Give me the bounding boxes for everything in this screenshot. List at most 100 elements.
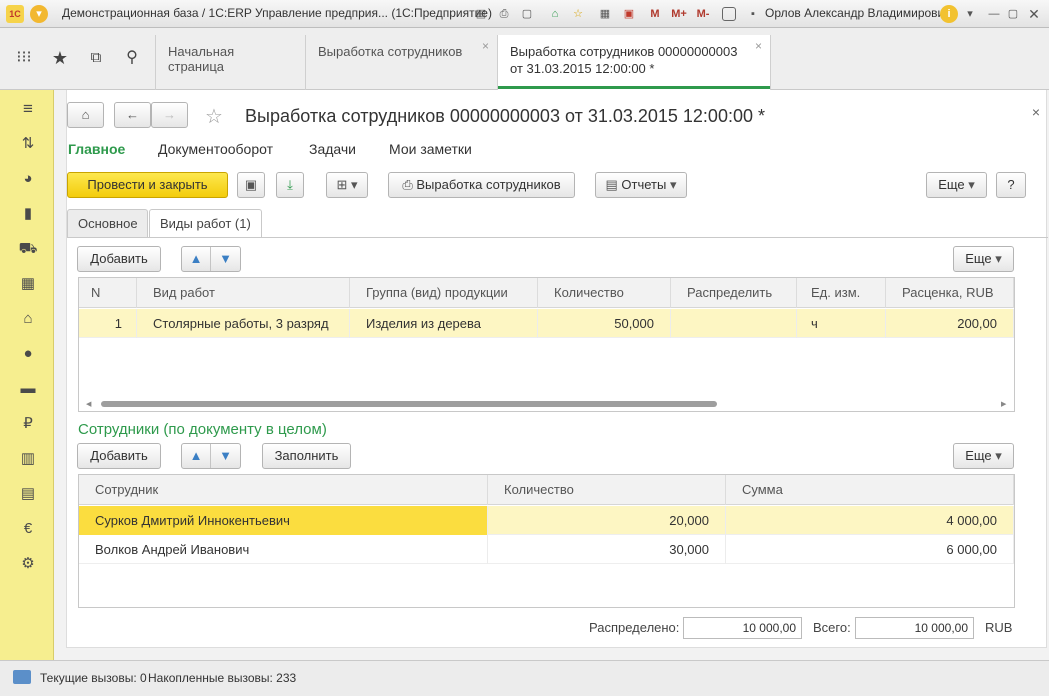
column-header[interactable]: Сотрудник — [79, 475, 488, 505]
create-based-on-button[interactable]: ⊞ ▾ — [326, 172, 368, 198]
help-button[interactable]: ? — [996, 172, 1026, 198]
distribute-cell[interactable] — [671, 309, 797, 338]
fill-button[interactable]: Заполнить — [262, 443, 351, 469]
scroll-left-icon[interactable]: ◀ — [86, 400, 91, 408]
calls-monitor-icon[interactable] — [13, 670, 31, 684]
save-icon[interactable]: ▤ — [472, 5, 490, 23]
tab-home-page[interactable]: Начальная страница — [155, 35, 305, 90]
employee-name-cell[interactable]: Волков Андрей Иванович — [79, 535, 488, 564]
menu-icon[interactable]: ≡ — [18, 99, 38, 119]
reports-button[interactable]: ▤ Отчеты ▾ — [595, 172, 687, 198]
column-header[interactable]: Количество — [488, 475, 726, 505]
save-button[interactable]: ▣ — [237, 172, 265, 198]
rate-cell[interactable]: 200,00 — [886, 309, 1014, 338]
close-window-icon[interactable]: ✕ — [1025, 5, 1043, 23]
home-button[interactable]: ⌂ — [67, 102, 104, 128]
favorite-icon[interactable]: ☆ — [569, 5, 587, 23]
column-header[interactable]: Распределить — [671, 278, 797, 308]
home-icon[interactable]: ⌂ — [546, 5, 564, 23]
column-header[interactable]: Сумма — [726, 475, 1014, 505]
close-tab-icon[interactable]: × — [755, 39, 762, 53]
work-types-table[interactable]: N Вид работ Группа (вид) продукции Колич… — [78, 277, 1015, 412]
chevron-down-icon[interactable]: ▾ — [961, 5, 979, 23]
cart-icon[interactable]: ⛟ — [18, 239, 38, 259]
column-header[interactable]: Ед. изм. — [797, 278, 886, 308]
info-icon[interactable]: i — [940, 5, 958, 23]
euro-icon[interactable]: € — [18, 519, 38, 539]
table-row[interactable]: Волков Андрей Иванович 30,000 6 000,00 — [79, 535, 1014, 564]
post-and-close-button[interactable]: Провести и закрыть — [67, 172, 228, 198]
current-user[interactable]: Орлов Александр Владимирович — [765, 6, 951, 20]
close-tab-icon[interactable]: × — [482, 39, 489, 53]
search-icon[interactable]: ⚲ — [114, 28, 150, 88]
column-header[interactable]: Расценка, RUB — [886, 278, 1014, 308]
calendar-icon[interactable]: ▣ — [620, 5, 638, 23]
post-button[interactable]: ⤓ — [276, 172, 304, 198]
distributed-field[interactable]: 10 000,00 — [683, 617, 802, 639]
nav-main[interactable]: Главное — [68, 141, 125, 157]
quantity-cell[interactable]: 50,000 — [538, 309, 671, 338]
close-form-icon[interactable]: × — [1032, 104, 1040, 120]
move-up-icon[interactable]: ▲ — [182, 444, 211, 468]
preview-icon[interactable]: ▢ — [518, 5, 536, 23]
bar-chart-icon[interactable]: ▥ — [18, 449, 38, 469]
apps-grid-icon[interactable]: ⁝⁝⁝ — [6, 28, 42, 88]
table-row[interactable]: Сурков Дмитрий Иннокентьевич 20,000 4 00… — [79, 506, 1014, 535]
nav-my-notes[interactable]: Мои заметки — [389, 141, 472, 157]
print-icon[interactable]: ⎙ — [495, 5, 513, 23]
favorite-star-icon[interactable]: ☆ — [205, 104, 223, 129]
tab-work-types[interactable]: Виды работ (1) — [149, 209, 262, 238]
scroll-right-icon[interactable]: ▶ — [1001, 400, 1006, 408]
panels-icon[interactable] — [722, 7, 736, 21]
tab-main[interactable]: Основное — [67, 209, 148, 237]
sum-cell[interactable]: 6 000,00 — [726, 535, 1014, 564]
maximize-icon[interactable]: ▢ — [1004, 5, 1022, 23]
memory-m-plus-icon[interactable]: M+ — [669, 5, 689, 23]
column-header[interactable]: N — [79, 278, 137, 308]
favorites-star-icon[interactable]: ★ — [42, 28, 78, 88]
add-work-button[interactable]: Добавить — [77, 246, 161, 272]
person-icon[interactable]: ● — [18, 344, 38, 364]
quantity-cell[interactable]: 30,000 — [488, 535, 726, 564]
employees-table[interactable]: Сотрудник Количество Сумма Сурков Дмитри… — [78, 474, 1015, 608]
work-type-cell[interactable]: Столярные работы, 3 разряд — [137, 309, 350, 338]
more-actions-button[interactable]: Еще ▾ — [926, 172, 987, 198]
nav-document-flow[interactable]: Документооборот — [158, 141, 273, 157]
memory-m-minus-icon[interactable]: M- — [693, 5, 713, 23]
product-group-cell[interactable]: Изделия из дерева — [350, 309, 538, 338]
move-down-icon[interactable]: ▼ — [211, 444, 240, 468]
move-down-icon[interactable]: ▼ — [211, 247, 240, 271]
column-header[interactable]: Вид работ — [137, 278, 350, 308]
main-menu-icon[interactable]: ▾ — [30, 5, 48, 23]
factory-icon[interactable]: ⌂ — [18, 309, 38, 329]
print-button[interactable]: ⎙ Выработка сотрудников — [388, 172, 575, 198]
tab-employee-output-list[interactable]: Выработка сотрудников × — [305, 35, 497, 90]
warehouse-icon[interactable]: ▦ — [18, 274, 38, 294]
calculator-icon[interactable]: ▦ — [596, 5, 614, 23]
nav-tasks[interactable]: Задачи — [309, 141, 356, 157]
calculator-icon[interactable]: ▤ — [18, 484, 38, 504]
total-field[interactable]: 10 000,00 — [855, 617, 974, 639]
tab-employee-output-document[interactable]: Выработка сотрудников 00000000003 от 31.… — [497, 35, 771, 91]
sum-cell[interactable]: 4 000,00 — [726, 506, 1014, 535]
scrollbar-thumb[interactable] — [101, 401, 717, 407]
add-employee-button[interactable]: Добавить — [77, 443, 161, 469]
settings-gear-icon[interactable]: ⚙ — [18, 554, 38, 574]
employee-name-cell[interactable]: Сурков Дмитрий Иннокентьевич — [79, 506, 488, 535]
unit-cell[interactable]: ч — [797, 309, 886, 338]
ruble-icon[interactable]: ₽ — [18, 414, 38, 434]
pie-chart-icon[interactable]: ◕ — [18, 169, 38, 189]
memory-m-icon[interactable]: M — [648, 5, 662, 23]
employees-more-button[interactable]: Еще ▾ — [953, 443, 1014, 469]
chart-arrows-icon[interactable]: ⇅ — [18, 134, 38, 154]
column-header[interactable]: Группа (вид) продукции — [350, 278, 538, 308]
forward-button[interactable]: → — [151, 102, 188, 128]
column-header[interactable]: Количество — [538, 278, 671, 308]
back-button[interactable]: ← — [114, 102, 151, 128]
works-more-button[interactable]: Еще ▾ — [953, 246, 1014, 272]
minimize-icon[interactable]: — — [985, 5, 1003, 23]
table-row[interactable]: 1 Столярные работы, 3 разряд Изделия из … — [79, 309, 1014, 338]
bag-icon[interactable]: ▮ — [18, 204, 38, 224]
quantity-cell[interactable]: 20,000 — [488, 506, 726, 535]
card-icon[interactable]: ▬ — [18, 379, 38, 399]
